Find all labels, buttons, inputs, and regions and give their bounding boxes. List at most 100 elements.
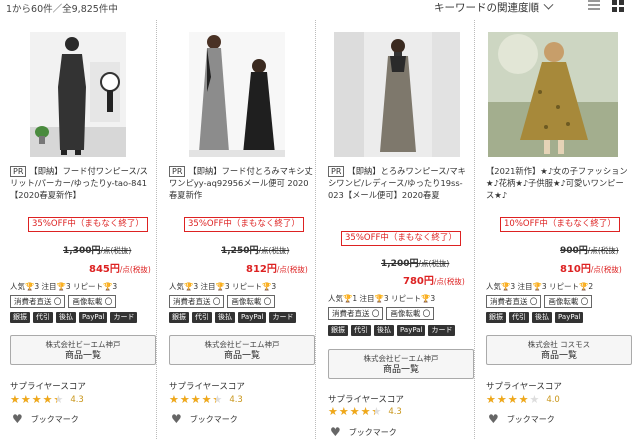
- heart-icon: ♥: [12, 412, 23, 426]
- star-rating-icon: ★★★★★★★★★★: [10, 393, 65, 406]
- product-title-text[interactable]: 【即納】とろみワンピース/マキシワンピ/レディース/ゆったり19ss-023【メ…: [328, 166, 466, 200]
- original-price: 900円/点(税抜): [560, 246, 619, 256]
- pr-badge: PR: [10, 166, 27, 177]
- product-title-text[interactable]: 【即納】フード付ワンピース/スリット/パーカー/ゆったりy-tao-841【20…: [10, 166, 148, 200]
- product-title[interactable]: PR 【即納】とろみワンピース/マキシワンピ/レディース/ゆったり19ss-023…: [328, 165, 472, 201]
- supplier-product-list-button[interactable]: 株式会社 コスモス 商品一覧: [486, 335, 632, 365]
- product-card: PR 【即納】フード付とろみマキシ丈ワンピyy-aq92956メール便可 2020…: [159, 20, 316, 439]
- payment-badges: 銀振 代引 後払 PayPal: [486, 312, 584, 323]
- supplier-name: 株式会社ビーエム神戸: [363, 354, 439, 363]
- result-count: 1から60件／全9,825件中: [6, 4, 118, 15]
- product-title-text[interactable]: 【2021新作】★♪女の子ファッション★♪花柄★♪子供服★♪可愛いワンピース★♪: [486, 166, 628, 200]
- sale-price: 810円/点(税抜): [560, 264, 622, 275]
- ranking-stats: 人気🏆3 注目🏆3 リピート🏆3: [169, 282, 277, 291]
- sale-price: 845円/点(税抜): [89, 264, 151, 275]
- heart-icon: ♥: [488, 412, 499, 426]
- product-image[interactable]: [488, 32, 618, 157]
- list-view-icon[interactable]: [588, 0, 600, 12]
- service-badges: 消費者直送 〇画像転載 〇: [328, 307, 435, 320]
- score-value: 4.3: [388, 407, 402, 417]
- product-title[interactable]: PR 【即納】フード付ワンピース/スリット/パーカー/ゆったりy-tao-841【…: [10, 165, 154, 201]
- sort-label: キーワードの関連度順: [434, 2, 539, 14]
- supplier-score-label: サプライヤースコア: [486, 382, 562, 392]
- supplier-score-label: サプライヤースコア: [10, 382, 86, 392]
- service-badge: 消費者直送 〇: [328, 307, 384, 320]
- payment-badge: 銀振: [10, 312, 30, 323]
- service-badge: 消費者直送 〇: [10, 295, 66, 308]
- star-rating-icon: ★★★★★★★★★★: [328, 405, 383, 418]
- heart-icon: ♥: [171, 412, 182, 426]
- product-card: PR 【即納】とろみワンピース/マキシワンピ/レディース/ゆったり19ss-023…: [318, 20, 475, 439]
- ranking-stats: 人気🏆3 注目🏆3 リピート🏆2: [486, 282, 594, 291]
- supplier-name: 株式会社ビーエム神戸: [204, 340, 280, 349]
- payment-badge: 銀振: [169, 312, 189, 323]
- star-rating-icon: ★★★★★★★★★★: [169, 393, 224, 406]
- bookmark-label: ブックマーク: [189, 414, 238, 424]
- score-value: 4.0: [546, 395, 560, 405]
- payment-badge: 後払: [56, 312, 76, 323]
- results-toolbar: 1から60件／全9,825件中 キーワードの関連度順: [0, 0, 640, 18]
- service-badge: 消費者直送 〇: [486, 295, 542, 308]
- payment-badge: カード: [110, 312, 138, 323]
- product-card: PR 【即納】フード付ワンピース/スリット/パーカー/ゆったりy-tao-841【…: [0, 20, 157, 439]
- grid-view-icon[interactable]: [612, 0, 625, 12]
- payment-badge: 後払: [532, 312, 552, 323]
- product-image[interactable]: [334, 32, 460, 157]
- product-card: 【2021新作】★♪女の子ファッション★♪花柄★♪子供服★♪可愛いワンピース★♪…: [476, 20, 633, 439]
- product-list-label: 商品一覧: [223, 351, 260, 361]
- service-badge: 消費者直送 〇: [169, 295, 225, 308]
- pr-badge: PR: [328, 166, 345, 177]
- star-rating-icon: ★★★★★★★★★★: [486, 393, 541, 406]
- bookmark-button[interactable]: ♥ ブックマーク: [330, 426, 397, 438]
- original-price: 1,200円/点(税抜): [381, 259, 450, 269]
- product-title-text[interactable]: 【即納】フード付とろみマキシ丈ワンピyy-aq92956メール便可 2020春夏…: [169, 166, 313, 200]
- service-badge: 画像転載 〇: [227, 295, 276, 308]
- supplier-name: 株式会社ビーエム神戸: [45, 340, 121, 349]
- service-badge: 画像転載 〇: [544, 295, 593, 308]
- product-list-label: 商品一覧: [382, 365, 419, 375]
- payment-badges: 銀振 代引 後払 PayPal カード: [10, 312, 138, 323]
- ranking-stats: 人気🏆1 注目🏆3 リピート🏆3: [328, 294, 436, 303]
- payment-badge: 代引: [33, 312, 53, 323]
- discount-badge: 35%OFF中（まもなく終了）: [184, 217, 304, 232]
- supplier-score-label: サプライヤースコア: [328, 395, 404, 405]
- bookmark-label: ブックマーク: [348, 427, 397, 437]
- supplier-score-label: サプライヤースコア: [169, 382, 245, 392]
- product-grid: PR 【即納】フード付ワンピース/スリット/パーカー/ゆったりy-tao-841【…: [0, 20, 640, 439]
- payment-badge: 代引: [509, 312, 529, 323]
- discount-badge: 35%OFF中（まもなく終了）: [28, 217, 148, 232]
- service-badge: 画像転載 〇: [68, 295, 117, 308]
- bookmark-button[interactable]: ♥ ブックマーク: [488, 413, 555, 425]
- supplier-score: ★★★★★★★★★★ 4.3: [10, 394, 84, 406]
- bookmark-label: ブックマーク: [506, 414, 555, 424]
- heart-icon: ♥: [330, 425, 341, 439]
- product-image[interactable]: [189, 32, 285, 157]
- sale-price: 812円/点(税抜): [246, 264, 308, 275]
- payment-badge: 後払: [374, 325, 394, 336]
- service-badges: 消費者直送 〇画像転載 〇: [10, 295, 117, 308]
- sort-dropdown[interactable]: キーワードの関連度順: [434, 0, 554, 15]
- discount-badge: 10%OFF中（まもなく終了）: [500, 217, 620, 232]
- product-title[interactable]: 【2021新作】★♪女の子ファッション★♪花柄★♪子供服★♪可愛いワンピース★♪: [486, 165, 630, 201]
- product-title[interactable]: PR 【即納】フード付とろみマキシ丈ワンピyy-aq92956メール便可 2020…: [169, 165, 313, 201]
- original-price: 1,300円/点(税抜): [63, 246, 132, 256]
- supplier-product-list-button[interactable]: 株式会社ビーエム神戸 商品一覧: [328, 349, 474, 379]
- payment-badge: 後払: [215, 312, 235, 323]
- payment-badge: 銀振: [486, 312, 506, 323]
- sale-price: 780円/点(税抜): [403, 276, 465, 287]
- supplier-product-list-button[interactable]: 株式会社ビーエム神戸 商品一覧: [10, 335, 156, 365]
- payment-badge: 銀振: [328, 325, 348, 336]
- original-price: 1,250円/点(税抜): [221, 246, 290, 256]
- bookmark-button[interactable]: ♥ ブックマーク: [12, 413, 79, 425]
- pr-badge: PR: [169, 166, 186, 177]
- discount-badge: 35%OFF中（まもなく終了）: [341, 231, 461, 246]
- payment-badge: PayPal: [238, 312, 267, 323]
- payment-badge: PayPal: [397, 325, 426, 336]
- bookmark-button[interactable]: ♥ ブックマーク: [171, 413, 238, 425]
- product-image[interactable]: [30, 32, 126, 157]
- supplier-score: ★★★★★★★★★★ 4.3: [328, 406, 402, 418]
- supplier-product-list-button[interactable]: 株式会社ビーエム神戸 商品一覧: [169, 335, 315, 365]
- ranking-stats: 人気🏆3 注目🏆3 リピート🏆3: [10, 282, 118, 291]
- chevron-down-icon: [543, 0, 554, 10]
- payment-badge: PayPal: [555, 312, 584, 323]
